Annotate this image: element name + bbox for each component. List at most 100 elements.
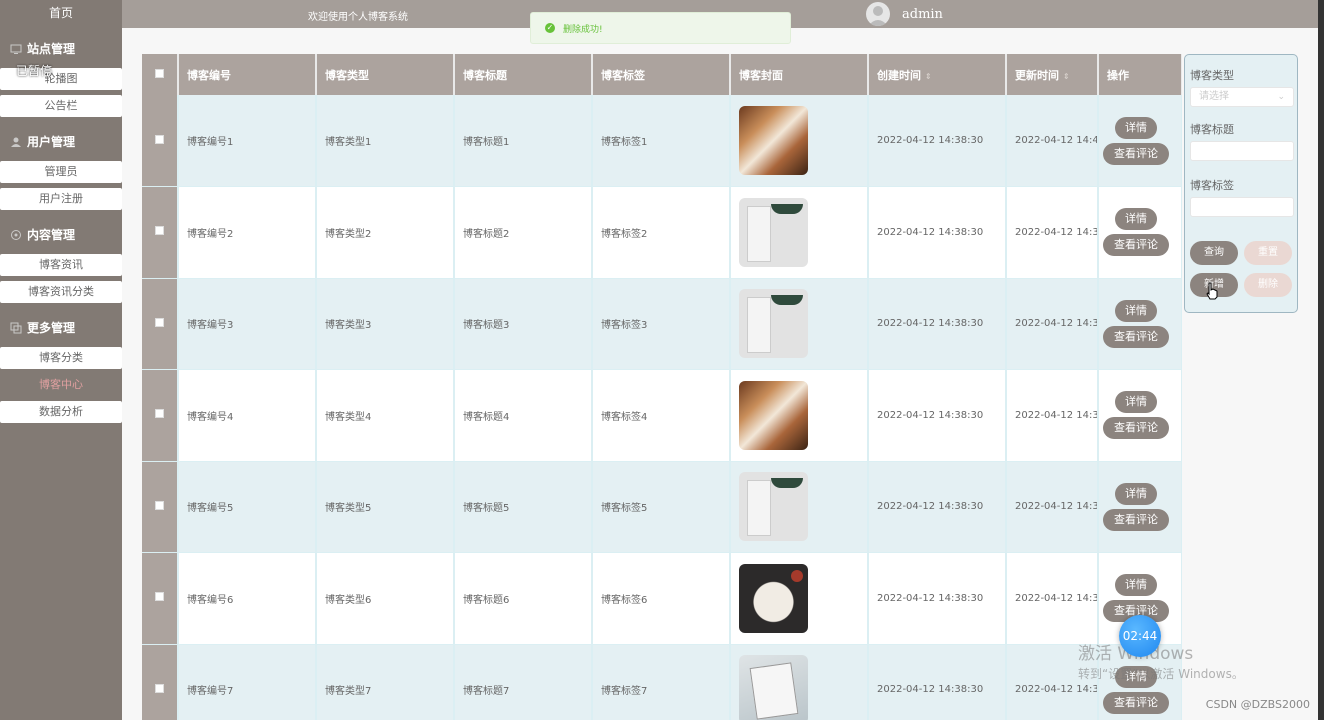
check-circle-icon: ✓	[545, 23, 555, 33]
view-comments-button[interactable]: 查看评论	[1103, 234, 1169, 257]
cell-created: 2022-04-12 14:38:30	[868, 369, 1007, 462]
sidebar-home[interactable]: 首页	[0, 0, 122, 26]
cell-title: 博客标题1	[454, 95, 593, 187]
success-toast: ✓ 删除成功!	[530, 12, 791, 44]
row-checkbox-cell[interactable]	[142, 95, 179, 187]
cell-type: 博客类型3	[316, 278, 455, 370]
checkbox[interactable]	[155, 226, 164, 236]
view-comments-button[interactable]: 查看评论	[1103, 417, 1169, 440]
cell-type: 博客类型7	[316, 644, 455, 720]
cell-tag: 博客标签6	[592, 552, 731, 645]
cell-id: 博客编号5	[178, 461, 317, 553]
paused-overlay-label: 已暂停	[16, 64, 53, 78]
col-header-id: 博客编号	[178, 54, 317, 95]
cover-image[interactable]	[739, 655, 808, 720]
cell-title: 博客标题2	[454, 186, 593, 279]
search-button[interactable]: 查询	[1190, 241, 1238, 265]
row-checkbox-cell[interactable]	[142, 278, 179, 370]
sidebar-group-site[interactable]: 站点管理	[0, 36, 122, 62]
view-comments-button[interactable]: 查看评论	[1103, 325, 1169, 348]
sidebar-item-blog-category[interactable]: 博客分类	[0, 347, 122, 369]
row-checkbox-cell[interactable]	[142, 644, 179, 720]
cell-tag: 博客标签4	[592, 369, 731, 462]
cell-created: 2022-04-12 14:38:30	[868, 552, 1007, 645]
col-header-actions: 操作	[1098, 54, 1182, 95]
delete-button[interactable]: 删除	[1244, 273, 1292, 297]
cover-image[interactable]	[739, 472, 808, 542]
sort-icon[interactable]: ⇕	[1063, 72, 1070, 81]
col-header-tag: 博客标签	[592, 54, 731, 95]
view-comments-button[interactable]: 查看评论	[1103, 508, 1169, 531]
cell-updated: 2022-04-12 14:3	[1006, 186, 1099, 279]
user-avatar-icon	[868, 6, 888, 26]
row-checkbox-cell[interactable]	[142, 461, 179, 553]
detail-button[interactable]: 详情	[1115, 116, 1157, 139]
sidebar-item-blog-news[interactable]: 博客资讯	[0, 254, 122, 276]
sidebar: 首页 站点管理 轮播图 公告栏 用户管理 管理员 用户注册 内容管理 博客资讯 …	[0, 0, 122, 720]
col-header-updated[interactable]: 更新时间 ⇕	[1006, 54, 1099, 95]
checkbox[interactable]	[155, 69, 164, 78]
cell-created: 2022-04-12 14:38:30	[868, 186, 1007, 279]
row-actions: 详情 查看评论	[1099, 482, 1180, 531]
checkbox[interactable]	[155, 500, 164, 510]
row-checkbox-cell[interactable]	[142, 186, 179, 279]
sidebar-item-user-registration[interactable]: 用户注册	[0, 188, 122, 210]
table-header-row: 博客编号 博客类型 博客标题 博客标签 博客封面 创建时间 ⇕ 更新时间 ⇕ 操作	[142, 54, 1182, 95]
view-comments-button[interactable]: 查看评论	[1103, 691, 1169, 714]
row-checkbox-cell[interactable]	[142, 552, 179, 645]
detail-button[interactable]: 详情	[1115, 574, 1157, 597]
sidebar-item-blog-news-category[interactable]: 博客资讯分类	[0, 281, 122, 303]
detail-button[interactable]: 详情	[1115, 391, 1157, 414]
cell-tag: 博客标签5	[592, 461, 731, 553]
blog-tag-input[interactable]	[1190, 197, 1294, 217]
blog-title-input[interactable]	[1190, 141, 1294, 161]
avatar[interactable]	[866, 2, 890, 26]
sidebar-item-data-analysis[interactable]: 数据分析	[0, 401, 122, 423]
cell-cover	[730, 369, 869, 462]
detail-button[interactable]: 详情	[1115, 482, 1157, 505]
cell-created: 2022-04-12 14:38:30	[868, 461, 1007, 553]
cell-cover	[730, 461, 869, 553]
col-header-created[interactable]: 创建时间 ⇕	[868, 54, 1007, 95]
select-all-checkbox[interactable]	[142, 54, 179, 95]
cell-updated: 2022-04-12 14:3	[1006, 369, 1099, 462]
col-header-type: 博客类型	[316, 54, 455, 95]
view-comments-button[interactable]: 查看评论	[1103, 142, 1169, 165]
checkbox[interactable]	[155, 134, 164, 144]
blog-type-select[interactable]: 请选择 ⌄	[1190, 87, 1294, 107]
cell-id: 博客编号4	[178, 369, 317, 462]
cover-image[interactable]	[739, 106, 808, 175]
cover-image[interactable]	[739, 563, 808, 633]
username[interactable]: admin	[902, 7, 943, 22]
content-icon	[11, 230, 21, 240]
detail-button[interactable]: 详情	[1115, 299, 1157, 322]
sidebar-group-content[interactable]: 内容管理	[0, 222, 122, 248]
cover-image[interactable]	[739, 289, 808, 359]
cover-image[interactable]	[739, 380, 808, 450]
cell-type: 博客类型4	[316, 369, 455, 462]
sidebar-group-more[interactable]: 更多管理	[0, 315, 122, 341]
cell-id: 博客编号6	[178, 552, 317, 645]
table-row: 博客编号6 博客类型6 博客标题6 博客标签6 2022-04-12 14:38…	[142, 552, 1182, 645]
sidebar-item-notice[interactable]: 公告栏	[0, 95, 122, 117]
checkbox[interactable]	[155, 592, 164, 602]
sidebar-item-blog-center[interactable]: 博客中心	[0, 374, 122, 396]
cell-cover	[730, 95, 869, 187]
reset-button[interactable]: 重置	[1244, 241, 1292, 265]
toast-message: 删除成功!	[563, 24, 603, 35]
detail-button[interactable]: 详情	[1115, 208, 1157, 231]
cover-image[interactable]	[739, 197, 808, 267]
checkbox[interactable]	[155, 683, 164, 693]
sidebar-group-user[interactable]: 用户管理	[0, 129, 122, 155]
sidebar-group-label: 站点管理	[27, 42, 76, 56]
filter-panel: 博客类型 请选择 ⌄ 博客标题 博客标签 查询 重置 新增 删除	[1184, 54, 1298, 313]
checkbox[interactable]	[155, 317, 164, 327]
cell-title: 博客标题6	[454, 552, 593, 645]
sort-icon[interactable]: ⇕	[925, 72, 932, 81]
cell-type: 博客类型6	[316, 552, 455, 645]
table-row: 博客编号1 博客类型1 博客标题1 博客标签1 2022-04-12 14:38…	[142, 95, 1182, 187]
row-checkbox-cell[interactable]	[142, 369, 179, 462]
checkbox[interactable]	[155, 409, 164, 419]
sidebar-item-admins[interactable]: 管理员	[0, 161, 122, 183]
window-edge	[1318, 0, 1324, 720]
